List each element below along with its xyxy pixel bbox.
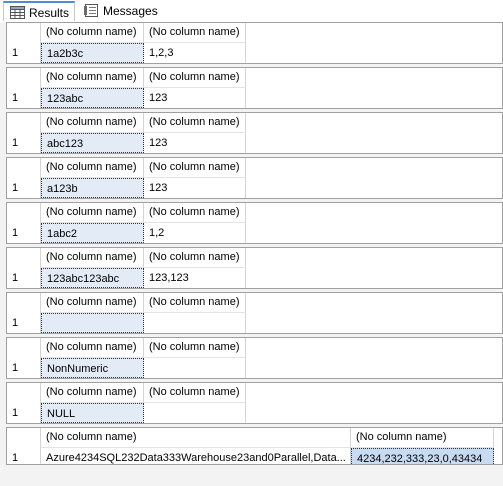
- column-header[interactable]: (No column name): [144, 248, 246, 268]
- result-grid[interactable]: (No column name) (No column name) 1 abc123 1…: [6, 112, 503, 154]
- column-header[interactable]: (No column name): [41, 113, 144, 133]
- column-header[interactable]: (No column name): [351, 428, 494, 448]
- grid-cell[interactable]: 4234,232,333,23,0,43434: [351, 448, 494, 464]
- column-header[interactable]: (No column name): [41, 428, 351, 448]
- grid-cell[interactable]: 123: [144, 133, 246, 153]
- tab-messages[interactable]: Messages: [78, 1, 158, 21]
- result-grid[interactable]: (No column name) (No column name) 1: [6, 292, 503, 334]
- grid-cell[interactable]: abc123: [41, 133, 144, 153]
- result-grid[interactable]: (No column name) (No column name) 1 NULL: [6, 382, 503, 424]
- grid-corner-cell[interactable]: [7, 68, 41, 88]
- grid-cell[interactable]: 123,123: [144, 268, 246, 288]
- result-grid[interactable]: (No column name) (No column name) 1 a123b 12…: [6, 157, 503, 199]
- column-header[interactable]: (No column name): [144, 113, 246, 133]
- column-header[interactable]: (No column name): [144, 158, 246, 178]
- row-number[interactable]: 1: [7, 358, 41, 378]
- result-grid[interactable]: (No column name)(No column name)1123abc1…: [6, 247, 503, 289]
- tab-results[interactable]: Results: [3, 1, 75, 21]
- grid-cell[interactable]: [144, 358, 246, 378]
- result-grid[interactable]: (No column name) (No column name) 1 NonNume…: [6, 337, 503, 379]
- column-header[interactable]: (No column name): [144, 68, 246, 88]
- grid-corner-cell[interactable]: [7, 338, 41, 358]
- result-grid[interactable]: (No column name) (No column name) 1 1abc2 1,…: [6, 202, 503, 244]
- grid-icon: [10, 6, 25, 19]
- row-number[interactable]: 1: [7, 223, 41, 243]
- grid-cell[interactable]: a123b: [41, 178, 144, 198]
- grid-cell[interactable]: 123: [144, 178, 246, 198]
- result-grid[interactable]: (No column name) (No column name) 1 Azure42…: [6, 427, 503, 465]
- column-header[interactable]: (No column name): [144, 383, 246, 403]
- results-tab-bar: Results Messages: [0, 0, 503, 23]
- column-header[interactable]: (No column name): [41, 293, 144, 313]
- messages-icon: [84, 4, 98, 17]
- grid-corner-cell[interactable]: [7, 203, 41, 223]
- grid-corner-cell[interactable]: [7, 158, 41, 178]
- tab-messages-label: Messages: [103, 4, 158, 18]
- grid-cell[interactable]: [144, 403, 246, 423]
- grid-corner-cell[interactable]: [7, 428, 41, 448]
- grid-corner-cell[interactable]: [7, 248, 41, 268]
- grid-cell[interactable]: 123: [144, 88, 246, 108]
- row-number[interactable]: 1: [7, 313, 41, 333]
- column-header[interactable]: (No column name): [144, 203, 246, 223]
- row-number[interactable]: 1: [7, 178, 41, 198]
- column-header[interactable]: (No column name): [144, 23, 246, 43]
- column-header[interactable]: (No column name): [41, 383, 144, 403]
- column-header[interactable]: (No column name): [144, 338, 246, 358]
- column-header[interactable]: (No column name): [41, 158, 144, 178]
- grid-cell[interactable]: [144, 313, 246, 333]
- grid-corner-cell[interactable]: [7, 113, 41, 133]
- grid-cell[interactable]: 123abc: [41, 88, 144, 108]
- grid-cell[interactable]: 1abc2: [41, 223, 144, 243]
- column-header[interactable]: (No column name): [41, 68, 144, 88]
- grid-cell[interactable]: 123abc123abc: [41, 268, 144, 288]
- grid-cell[interactable]: [41, 313, 144, 333]
- grid-cell[interactable]: NULL: [41, 403, 144, 423]
- row-number[interactable]: 1: [7, 448, 41, 464]
- grid-cell[interactable]: NonNumeric: [41, 358, 144, 378]
- results-pane: (No column name) (No column name) 1 1a2b3c 1…: [0, 22, 503, 486]
- row-number[interactable]: 1: [7, 88, 41, 108]
- grid-corner-cell[interactable]: [7, 383, 41, 403]
- grid-corner-cell[interactable]: [7, 293, 41, 313]
- column-header[interactable]: (No column name): [41, 248, 144, 268]
- grid-cell[interactable]: Azure4234SQL232Data333Warehouse23and0Par…: [41, 448, 351, 464]
- tab-results-label: Results: [29, 6, 70, 20]
- row-number[interactable]: 1: [7, 268, 41, 288]
- column-header[interactable]: (No column name): [41, 23, 144, 43]
- grid-cell[interactable]: 1,2,3: [144, 43, 246, 63]
- grid-cell[interactable]: 1a2b3c: [41, 43, 144, 63]
- row-number[interactable]: 1: [7, 133, 41, 153]
- result-grid[interactable]: (No column name) (No column name) 1 1a2b3c 1…: [6, 22, 503, 64]
- row-number[interactable]: 1: [7, 403, 41, 423]
- column-header[interactable]: (No column name): [41, 203, 144, 223]
- column-header[interactable]: (No column name): [144, 293, 246, 313]
- row-number[interactable]: 1: [7, 43, 41, 63]
- grid-corner-cell[interactable]: [7, 23, 41, 43]
- column-header[interactable]: (No column name): [41, 338, 144, 358]
- result-grid[interactable]: (No column name)(No column name)1123abc1…: [6, 67, 503, 109]
- grid-cell[interactable]: 1,2: [144, 223, 246, 243]
